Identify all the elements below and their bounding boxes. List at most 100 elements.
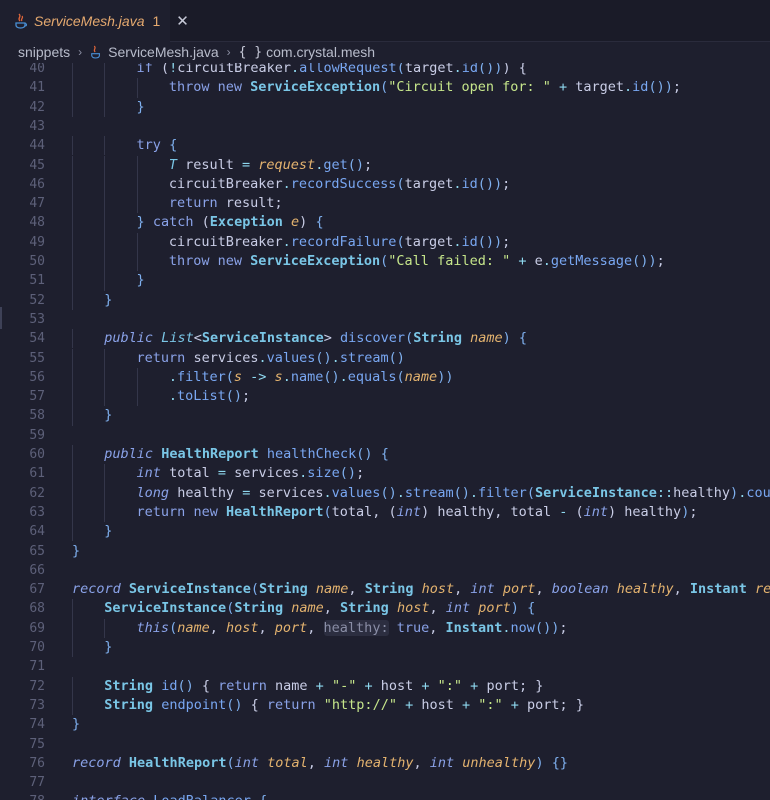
code-token: public — [104, 330, 154, 347]
code-text: } — [104, 406, 112, 425]
code-token: id — [461, 63, 479, 76]
code-line[interactable]: 52} — [0, 290, 770, 310]
code-text: } catch (Exception e) { — [137, 213, 324, 232]
code-line[interactable]: 43 — [0, 117, 770, 136]
code-line[interactable]: 54 public List<ServiceInstance> discover(… — [0, 329, 770, 349]
code-line[interactable]: 76 record HealthReport(int total, int hea… — [0, 754, 770, 773]
code-token: equals — [347, 368, 397, 385]
code-line[interactable]: 62 long healthy = services.values().strea… — [0, 483, 770, 503]
code-token: target — [575, 79, 625, 96]
code-line[interactable]: 78 interface LoadBalancer { — [0, 792, 770, 800]
code-text: throw new ServiceException("Call failed:… — [169, 252, 665, 271]
code-line[interactable]: 59 — [0, 426, 770, 445]
line-number: 58 — [29, 408, 45, 424]
code-line[interactable]: 67 record ServiceInstance(String name, St… — [0, 580, 770, 599]
code-token: ServiceInstance — [128, 581, 251, 598]
breadcrumb-item-package[interactable]: com.crystal.mesh — [266, 44, 375, 60]
code-line[interactable]: 60 public HealthReport healthCheck() { — [0, 445, 770, 465]
code-line[interactable]: 48 } catch (Exception e) { — [0, 213, 770, 233]
code-line[interactable]: 44 try { — [0, 136, 770, 156]
code-line[interactable]: 66 — [0, 561, 770, 580]
code-line[interactable]: 53 — [0, 310, 770, 329]
code-token: { — [242, 696, 267, 713]
code-token: } — [104, 639, 113, 655]
code-line[interactable]: 49 circuitBreaker.recordFailure(target.id… — [0, 232, 770, 252]
code-line[interactable]: 50 throw new ServiceException("Call faile… — [0, 252, 770, 272]
code-line[interactable]: 47 return result; — [0, 194, 770, 214]
chevron-right-icon: › — [78, 45, 83, 59]
indent-guide — [104, 464, 106, 484]
indent-guide — [104, 252, 106, 272]
code-token: { — [518, 330, 528, 347]
code-line[interactable]: 41 throw new ServiceException("Circuit op… — [0, 78, 770, 98]
line-number: 71 — [29, 659, 45, 675]
line-number: 50 — [29, 254, 45, 269]
code-line[interactable]: 64} — [0, 522, 770, 542]
indent-guide — [104, 97, 106, 117]
breadcrumb-item-snippets[interactable]: snippets — [18, 44, 70, 60]
code-line[interactable]: 57 .toList(); — [0, 387, 770, 407]
line-number: 75 — [29, 736, 45, 752]
code-line[interactable]: 45 T result = request.get(); — [0, 155, 770, 175]
code-line[interactable]: 42} — [0, 97, 770, 117]
code-text: } — [104, 522, 112, 541]
indent-guide — [136, 78, 138, 98]
code-token: result; — [217, 195, 283, 212]
code-token: ; — [672, 79, 681, 96]
code-line[interactable]: 73 String endpoint() { return "http://" +… — [0, 695, 770, 716]
namespace-icon: { } — [238, 44, 263, 60]
code-token: + — [315, 677, 324, 694]
indent-guide — [72, 387, 73, 407]
code-text: ServiceInstance(String name, String host… — [104, 599, 535, 618]
indent-guide — [104, 174, 106, 195]
code-line[interactable]: 61 int total = services.size(); — [0, 464, 770, 484]
problem-count-badge: 1 — [152, 12, 161, 29]
code-token: () — [356, 446, 373, 462]
code-token: . — [453, 175, 462, 192]
line-number: 60 — [29, 447, 45, 462]
line-number: 54 — [29, 331, 45, 347]
code-token: HealthReport — [161, 446, 259, 462]
code-line[interactable]: 75 — [0, 735, 770, 754]
indent-guide — [104, 136, 106, 156]
code-line[interactable]: 65} — [0, 542, 770, 561]
code-token: ( — [405, 330, 414, 347]
line-number: 47 — [29, 196, 45, 212]
code-line[interactable]: 69 this(name, host, port, healthy: true, … — [0, 618, 770, 638]
line-number: 48 — [29, 215, 45, 231]
code-line[interactable]: 56 .filter(s -> s.name().equals(name)) — [0, 367, 770, 388]
code-line[interactable]: 74} — [0, 715, 770, 734]
code-line[interactable]: 71 — [0, 657, 770, 676]
code-editor[interactable]: 40 if (!circuitBreaker.allowRequest(targe… — [0, 63, 770, 800]
code-text: throw new ServiceException("Circuit open… — [169, 78, 681, 97]
code-line[interactable]: 63 return new HealthReport(total, (int) h… — [0, 502, 770, 523]
code-text: record HealthReport(int total, int healt… — [72, 754, 568, 773]
code-token: int — [396, 503, 422, 520]
code-token: { — [527, 600, 536, 617]
code-line[interactable]: 72 String id() { return name + "-" + host… — [0, 676, 770, 696]
code-line[interactable]: 55 return services.values().stream() — [0, 348, 770, 368]
code-line[interactable]: 58} — [0, 406, 770, 426]
breadcrumb-item-file[interactable]: ServiceMesh.java — [108, 44, 219, 60]
code-token: HealthReport — [225, 503, 324, 520]
code-line[interactable]: 40 if (!circuitBreaker.allowRequest(targe… — [0, 63, 770, 79]
code-line[interactable]: 51} — [0, 271, 770, 291]
tab-title: ServiceMesh.java — [34, 12, 145, 29]
tab-servicemesh-java[interactable]: ServiceMesh.java 1 ✕ — [0, 0, 189, 42]
code-line[interactable]: 70} — [0, 638, 770, 658]
line-number: 77 — [29, 775, 45, 791]
code-line[interactable]: 68 ServiceInstance(String name, String ho… — [0, 599, 770, 619]
code-token: ServiceInstance — [104, 600, 227, 617]
code-token: { — [169, 137, 178, 154]
code-token: ":" — [478, 696, 503, 713]
code-line[interactable]: 77 — [0, 773, 770, 792]
code-line[interactable]: 46 circuitBreaker.recordSuccess(target.id… — [0, 174, 770, 195]
close-icon[interactable]: ✕ — [176, 12, 189, 30]
code-token: target — [404, 175, 454, 192]
indent-guide — [104, 367, 106, 388]
